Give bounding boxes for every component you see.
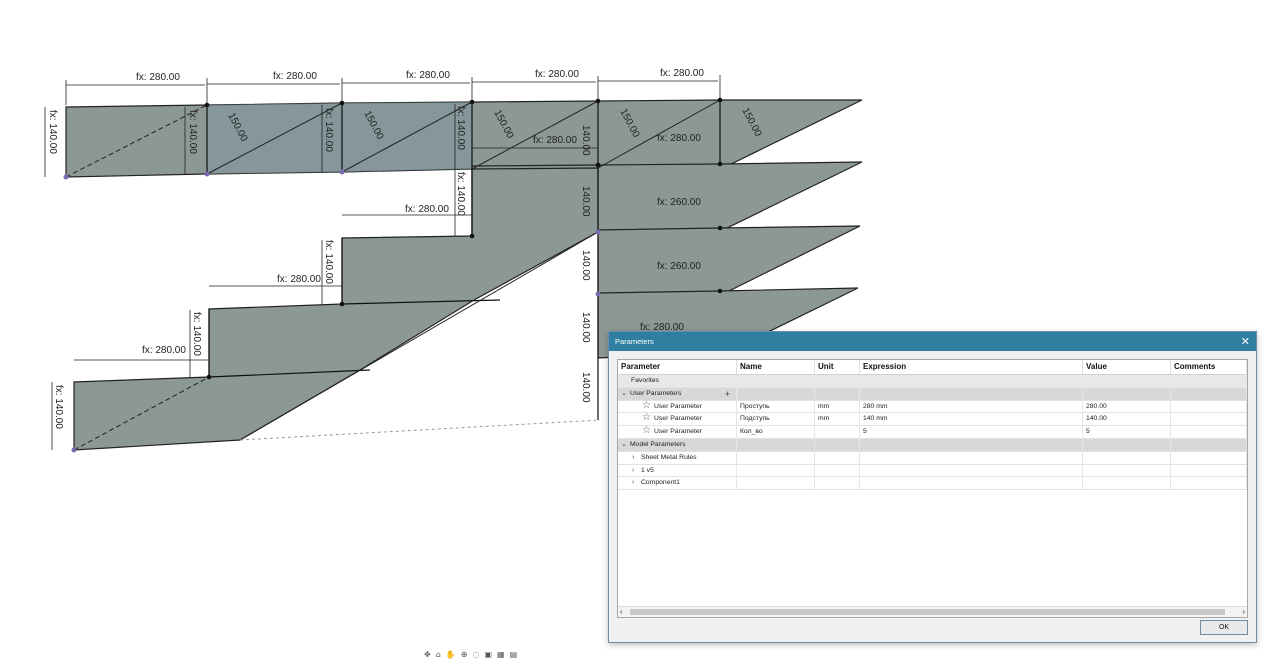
user-parameters-group[interactable]: ⌄ User Parameters +	[618, 387, 1247, 401]
lower-height-label-3: fx: 140.00	[191, 312, 202, 356]
pan-icon[interactable]: ✋	[446, 650, 456, 660]
right-width-label-1: fx: 280.00	[533, 135, 577, 146]
right-plate-3	[597, 225, 861, 295]
tree-label: 1 v5	[641, 466, 654, 474]
lower-height-label-2: fx: 140.00	[323, 240, 334, 284]
favorite-star-icon[interactable]: ☆	[642, 426, 654, 436]
right-height-label-3: 140.00	[580, 250, 591, 281]
param-name[interactable]: Кол_во	[737, 426, 815, 438]
col-name[interactable]: Name	[737, 360, 815, 374]
param-unit[interactable]: mm	[815, 413, 860, 426]
lower-height-label-1: fx: 140.00	[455, 172, 466, 216]
param-type: User Parameter	[654, 428, 702, 436]
param-comments[interactable]	[1171, 413, 1247, 426]
col-expression[interactable]: Expression	[860, 360, 1083, 374]
favorites-label: Favorites	[618, 375, 737, 387]
chevron-down-icon[interactable]: ⌄	[621, 439, 630, 451]
param-expression[interactable]: 280 mm	[860, 400, 1083, 413]
model-parameters-label: Model Parameters	[630, 440, 686, 448]
chevron-down-icon[interactable]: ⌄	[621, 388, 630, 400]
height-label-2: fx: 140.00	[187, 110, 198, 154]
param-unit[interactable]	[815, 426, 860, 438]
col-value[interactable]: Value	[1083, 360, 1171, 374]
chevron-right-icon[interactable]: ›	[632, 465, 641, 477]
viewports-icon[interactable]: ▤	[510, 650, 518, 660]
param-name[interactable]: Проступь	[737, 400, 815, 413]
table-row[interactable]: ☆ User Parameter Кол_во 5 5	[618, 426, 1247, 439]
scroll-right-icon[interactable]: ›	[1242, 607, 1245, 617]
table-row[interactable]: ☆ User Parameter Проступь mm 280 mm 280.0…	[618, 400, 1247, 414]
width-label-5: fx: 280.00	[660, 68, 704, 79]
width-label-1: fx: 280.00	[136, 72, 180, 83]
col-parameter[interactable]: Parameter	[618, 360, 737, 374]
col-comments[interactable]: Comments	[1171, 360, 1247, 374]
lower-height-label-4: fx: 140.00	[53, 385, 64, 429]
scrollbar-thumb[interactable]	[630, 609, 1225, 615]
height-label-1: fx: 140.00	[47, 110, 58, 154]
user-parameters-label: User Parameters	[630, 389, 682, 397]
height-label-4: fx: 140.00	[455, 106, 466, 150]
lower-width-label-3: fx: 280.00	[142, 345, 186, 356]
scroll-left-icon[interactable]: ‹	[620, 607, 623, 617]
dialog-titlebar[interactable]: Parameters ✕	[609, 332, 1256, 351]
col-unit[interactable]: Unit	[815, 360, 860, 374]
width-label-4: fx: 280.00	[535, 69, 579, 80]
look-at-icon[interactable]: ⌂	[436, 650, 441, 660]
height-label-3: fx: 140.00	[323, 108, 334, 152]
favorites-row[interactable]: Favorites	[618, 375, 1247, 388]
param-expression[interactable]: 5	[860, 426, 1083, 438]
right-height-label-1: 140.00	[580, 125, 591, 156]
chevron-right-icon[interactable]: ›	[632, 452, 641, 464]
param-comments[interactable]	[1171, 400, 1247, 413]
display-settings-icon[interactable]: ▣	[484, 650, 492, 660]
param-value: 5	[1083, 426, 1171, 438]
right-width-label-3: fx: 260.00	[657, 197, 701, 208]
right-height-label-2: 140.00	[580, 186, 591, 217]
grid-header: Parameter Name Unit Expression Value Com…	[618, 360, 1247, 375]
param-type: User Parameter	[654, 402, 702, 410]
dialog-title: Parameters	[615, 337, 654, 346]
navigation-toolbar: ✥ ⌂ ✋ ⊕ ◌ ▣ ▦ ▤	[424, 650, 517, 660]
chevron-right-icon[interactable]: ›	[632, 477, 641, 489]
close-icon[interactable]: ✕	[1241, 335, 1250, 348]
right-width-label-4: fx: 260.00	[657, 261, 701, 272]
param-expression[interactable]: 140 mm	[860, 413, 1083, 426]
model-parameters-group[interactable]: ⌄ Model Parameters	[618, 438, 1247, 452]
param-unit[interactable]: mm	[815, 400, 860, 413]
horizontal-scrollbar[interactable]: ‹ ›	[618, 606, 1247, 617]
lower-width-label-1: fx: 280.00	[405, 204, 449, 215]
tree-row[interactable]: › Sheet Metal Rules	[618, 451, 1247, 465]
width-label-3: fx: 280.00	[406, 70, 450, 81]
tree-label: Sheet Metal Rules	[641, 453, 697, 461]
right-height-label-4: 140.00	[580, 312, 591, 343]
fit-icon[interactable]: ◌	[472, 650, 479, 660]
orbit-icon[interactable]: ✥	[424, 650, 431, 660]
grid-settings-icon[interactable]: ▦	[497, 650, 505, 660]
ok-button[interactable]: OK	[1200, 620, 1248, 635]
favorite-star-icon[interactable]: ☆	[642, 413, 654, 423]
tree-row[interactable]: › Component1	[618, 477, 1247, 491]
param-comments[interactable]	[1171, 426, 1247, 438]
width-label-2: fx: 280.00	[273, 71, 317, 82]
tree-label: Component1	[641, 479, 680, 487]
param-value: 140.00	[1083, 413, 1171, 426]
zoom-icon[interactable]: ⊕	[461, 650, 468, 660]
tree-row[interactable]: › 1 v5	[618, 464, 1247, 478]
parameters-dialog: Parameters ✕ Parameter Name Unit Express…	[608, 331, 1257, 643]
lower-width-label-2: fx: 280.00	[277, 274, 321, 285]
table-row[interactable]: ☆ User Parameter Подступь mm 140 mm 140.0…	[618, 413, 1247, 427]
param-value: 280.00	[1083, 400, 1171, 413]
right-height-label-5: 140.00	[580, 372, 591, 403]
param-type: User Parameter	[654, 415, 702, 423]
param-name[interactable]: Подступь	[737, 413, 815, 426]
right-width-label-2: fx: 280.00	[657, 133, 701, 144]
add-parameter-icon[interactable]: +	[725, 388, 730, 400]
parameters-grid[interactable]: Parameter Name Unit Expression Value Com…	[617, 359, 1248, 618]
favorite-star-icon[interactable]: ☆	[642, 401, 654, 411]
